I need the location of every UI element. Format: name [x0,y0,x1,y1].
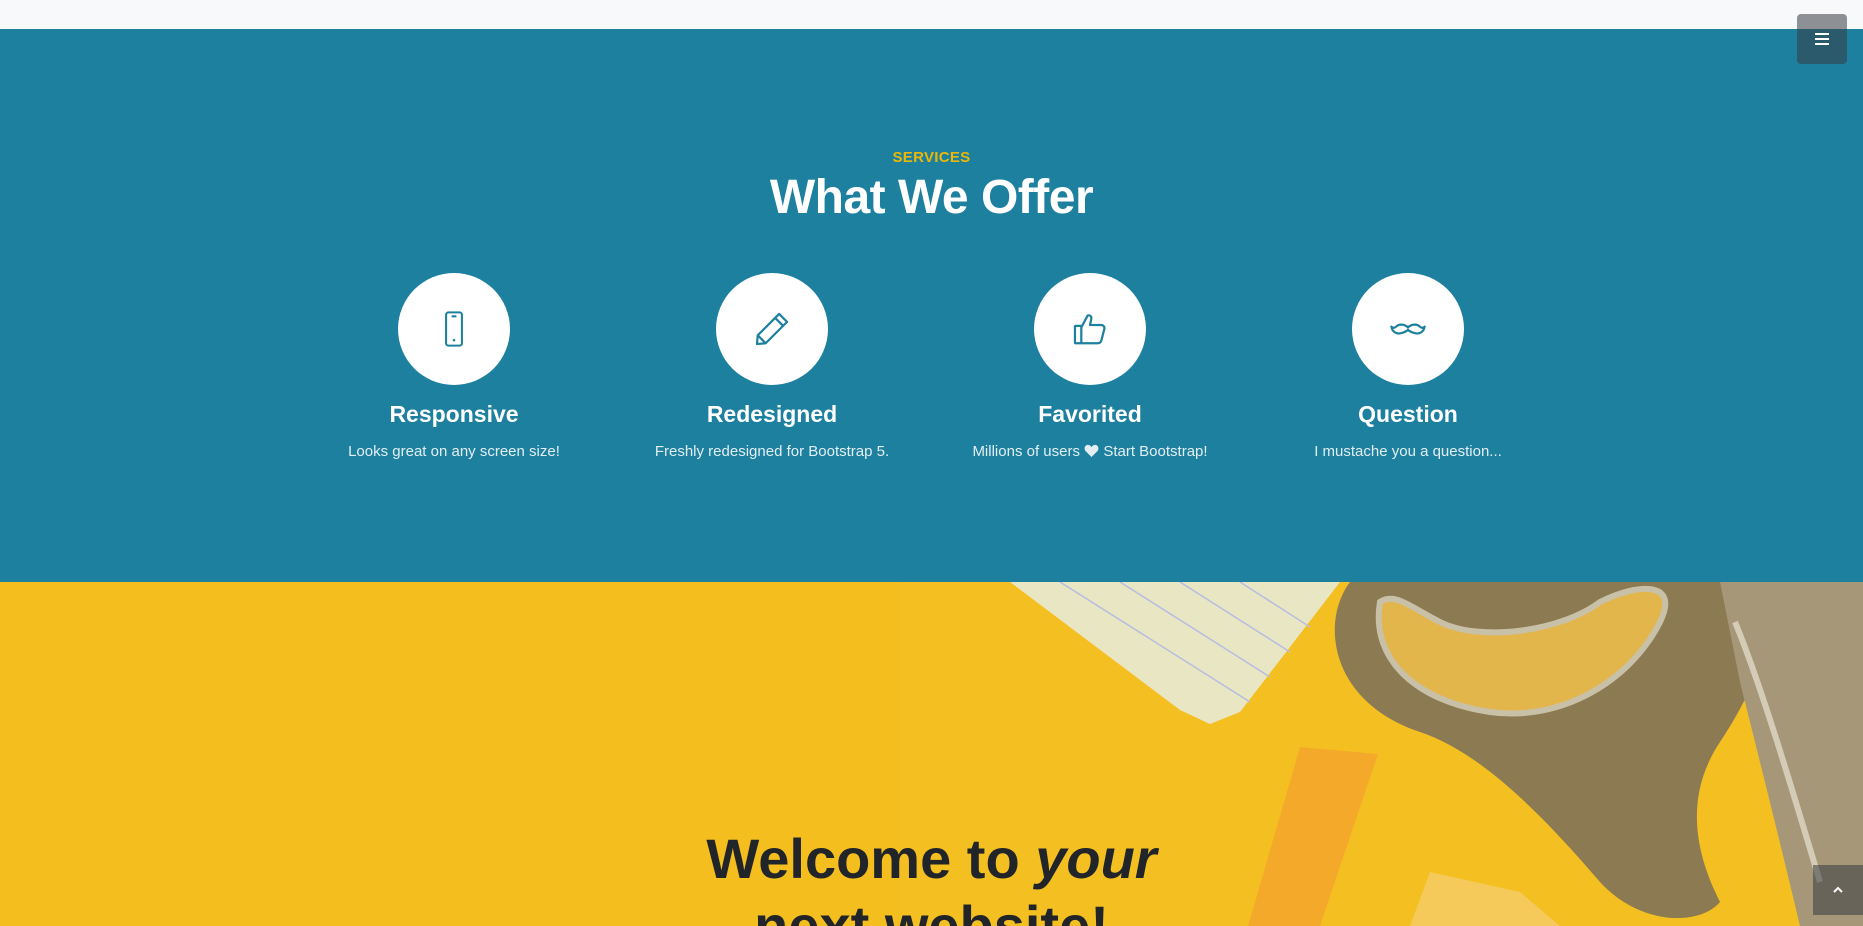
service-responsive: Responsive Looks great on any screen siz… [294,273,614,461]
service-title: Redesigned [706,401,838,427]
hamburger-icon [1815,33,1829,45]
scroll-to-top-button[interactable] [1813,865,1863,915]
service-icon-circle [1352,273,1464,385]
hero-title: Welcome to your next website! [0,825,1863,926]
service-text: Freshly redesigned for Bootstrap 5. [654,442,890,460]
service-title: Question [1358,401,1458,427]
mustache-icon [1390,323,1426,335]
service-text: I mustache you a question... [1314,442,1502,460]
service-text: Looks great on any screen size! [348,442,560,460]
service-icon-circle [1034,273,1146,385]
pencil-icon [755,312,789,346]
services-heading: What We Offer [769,171,1094,224]
mobile-phone-icon [445,311,463,347]
top-bar [0,0,1863,29]
hero-section: Welcome to your next website! [0,582,1863,926]
services-section: SERVICES What We Offer Responsive Looks … [0,29,1863,582]
services-subheading: SERVICES [892,149,971,166]
service-redesigned: Redesigned Freshly redesigned for Bootst… [612,273,932,461]
hero-title-start: Welcome to [706,827,1036,890]
service-text-start: Millions of users [972,442,1080,460]
service-question: Question I mustache you a question... [1248,273,1568,461]
service-favorited: Favorited Millions of users Start Bootst… [930,273,1250,461]
service-title: Favorited [1038,401,1142,427]
service-title: Responsive [389,401,519,427]
hero-title-end: next website! [754,894,1109,926]
chevron-up-icon [1833,886,1843,893]
thumbs-up-icon [1073,314,1106,345]
service-text: Millions of users Start Bootstrap! [930,442,1250,462]
service-icon-circle [716,273,828,385]
service-text-end: Start Bootstrap! [1103,442,1208,460]
heart-icon [1084,444,1099,457]
hero-title-emphasis: your [1035,827,1157,890]
menu-toggle-button[interactable] [1797,14,1847,64]
service-icon-circle [398,273,510,385]
